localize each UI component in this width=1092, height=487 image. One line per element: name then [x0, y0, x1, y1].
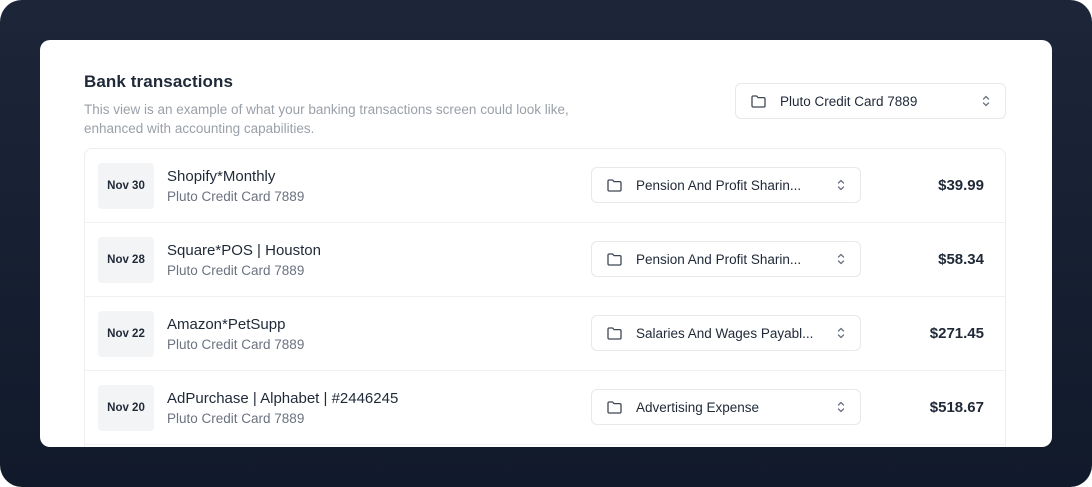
transaction-row[interactable]: Nov 28 Square*POS | Houston Pluto Credit… [85, 223, 1005, 297]
transaction-row[interactable]: Nov 20 AdPurchase | Alphabet | #2446245 … [85, 371, 1005, 445]
category-select-label: Pension And Profit Sharin... [636, 177, 802, 193]
category-select-label: Salaries And Wages Payabl... [636, 325, 814, 341]
transaction-date: Nov 30 [98, 163, 154, 209]
chevron-up-down-icon [837, 327, 845, 339]
category-select-label: Pension And Profit Sharin... [636, 251, 802, 267]
folder-icon [607, 178, 622, 192]
transaction-amount: $271.45 [929, 325, 984, 342]
transaction-date: Nov 20 [98, 385, 154, 431]
page-description: This view is an example of what your ban… [84, 102, 569, 136]
transaction-merchant: Amazon*PetSupp [167, 316, 286, 333]
page-title: Bank transactions [84, 72, 234, 91]
category-select[interactable]: Advertising Expense [591, 389, 861, 425]
transaction-row[interactable]: Nov 30 Shopify*Monthly Pluto Credit Card… [85, 149, 1005, 223]
transaction-amount: $58.34 [938, 251, 984, 268]
transaction-merchant: Square*POS | Houston [167, 242, 321, 259]
folder-icon [607, 326, 622, 340]
app-frame: Bank transactions This view is an exampl… [0, 0, 1092, 487]
transaction-merchant: AdPurchase | Alphabet | #2446245 [167, 390, 399, 407]
account-select-label: Pluto Credit Card 7889 [780, 93, 918, 109]
category-select[interactable]: Salaries And Wages Payabl... [591, 315, 861, 351]
chevron-up-down-icon [837, 401, 845, 413]
transaction-amount: $518.67 [929, 399, 984, 416]
chevron-up-down-icon [837, 179, 845, 191]
transaction-amount: $39.99 [938, 177, 984, 194]
chevron-up-down-icon [837, 253, 845, 265]
chevron-up-down-icon [982, 95, 990, 107]
header: Bank transactions This view is an exampl… [84, 72, 604, 138]
folder-icon [751, 94, 766, 108]
transaction-date: Nov 28 [98, 237, 154, 283]
transaction-account: Pluto Credit Card 7889 [167, 411, 305, 426]
category-select[interactable]: Pension And Profit Sharin... [591, 241, 861, 277]
folder-icon [607, 400, 622, 414]
bank-transactions-card: Bank transactions This view is an exampl… [40, 40, 1052, 447]
folder-icon [607, 252, 622, 266]
category-select-label: Advertising Expense [636, 399, 760, 415]
transaction-date: Nov 22 [98, 311, 154, 357]
transaction-account: Pluto Credit Card 7889 [167, 263, 305, 278]
transaction-account: Pluto Credit Card 7889 [167, 189, 305, 204]
transaction-row[interactable]: Nov 22 Amazon*PetSupp Pluto Credit Card … [85, 297, 1005, 371]
transaction-merchant: Shopify*Monthly [167, 168, 276, 185]
transactions-list: Nov 30 Shopify*Monthly Pluto Credit Card… [84, 148, 1006, 447]
account-select[interactable]: Pluto Credit Card 7889 [735, 83, 1006, 119]
transaction-account: Pluto Credit Card 7889 [167, 337, 305, 352]
category-select[interactable]: Pension And Profit Sharin... [591, 167, 861, 203]
